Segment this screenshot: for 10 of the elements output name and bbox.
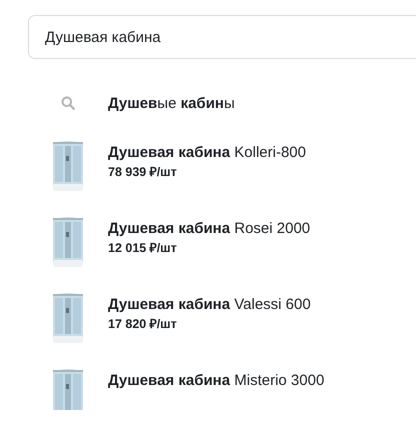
search-icon bbox=[61, 96, 75, 110]
product-price: 78 939 ₽/шт bbox=[108, 165, 178, 180]
product-title[interactable]: Душевая кабина Valessi 600 bbox=[108, 296, 311, 314]
search-field[interactable]: Душевая кабина bbox=[28, 15, 416, 59]
suggestion-link[interactable]: Душевые кабины bbox=[108, 94, 235, 112]
product-title[interactable]: Душевая кабина Rosei 2000 bbox=[108, 220, 310, 238]
product-price: 12 015 ₽/шт bbox=[108, 241, 178, 256]
product-title[interactable]: Душевая кабина Misterio 3000 bbox=[108, 372, 324, 390]
product-price: 17 820 ₽/шт bbox=[108, 317, 178, 332]
product-title[interactable]: Душевая кабина Kolleri-800 bbox=[108, 144, 306, 162]
